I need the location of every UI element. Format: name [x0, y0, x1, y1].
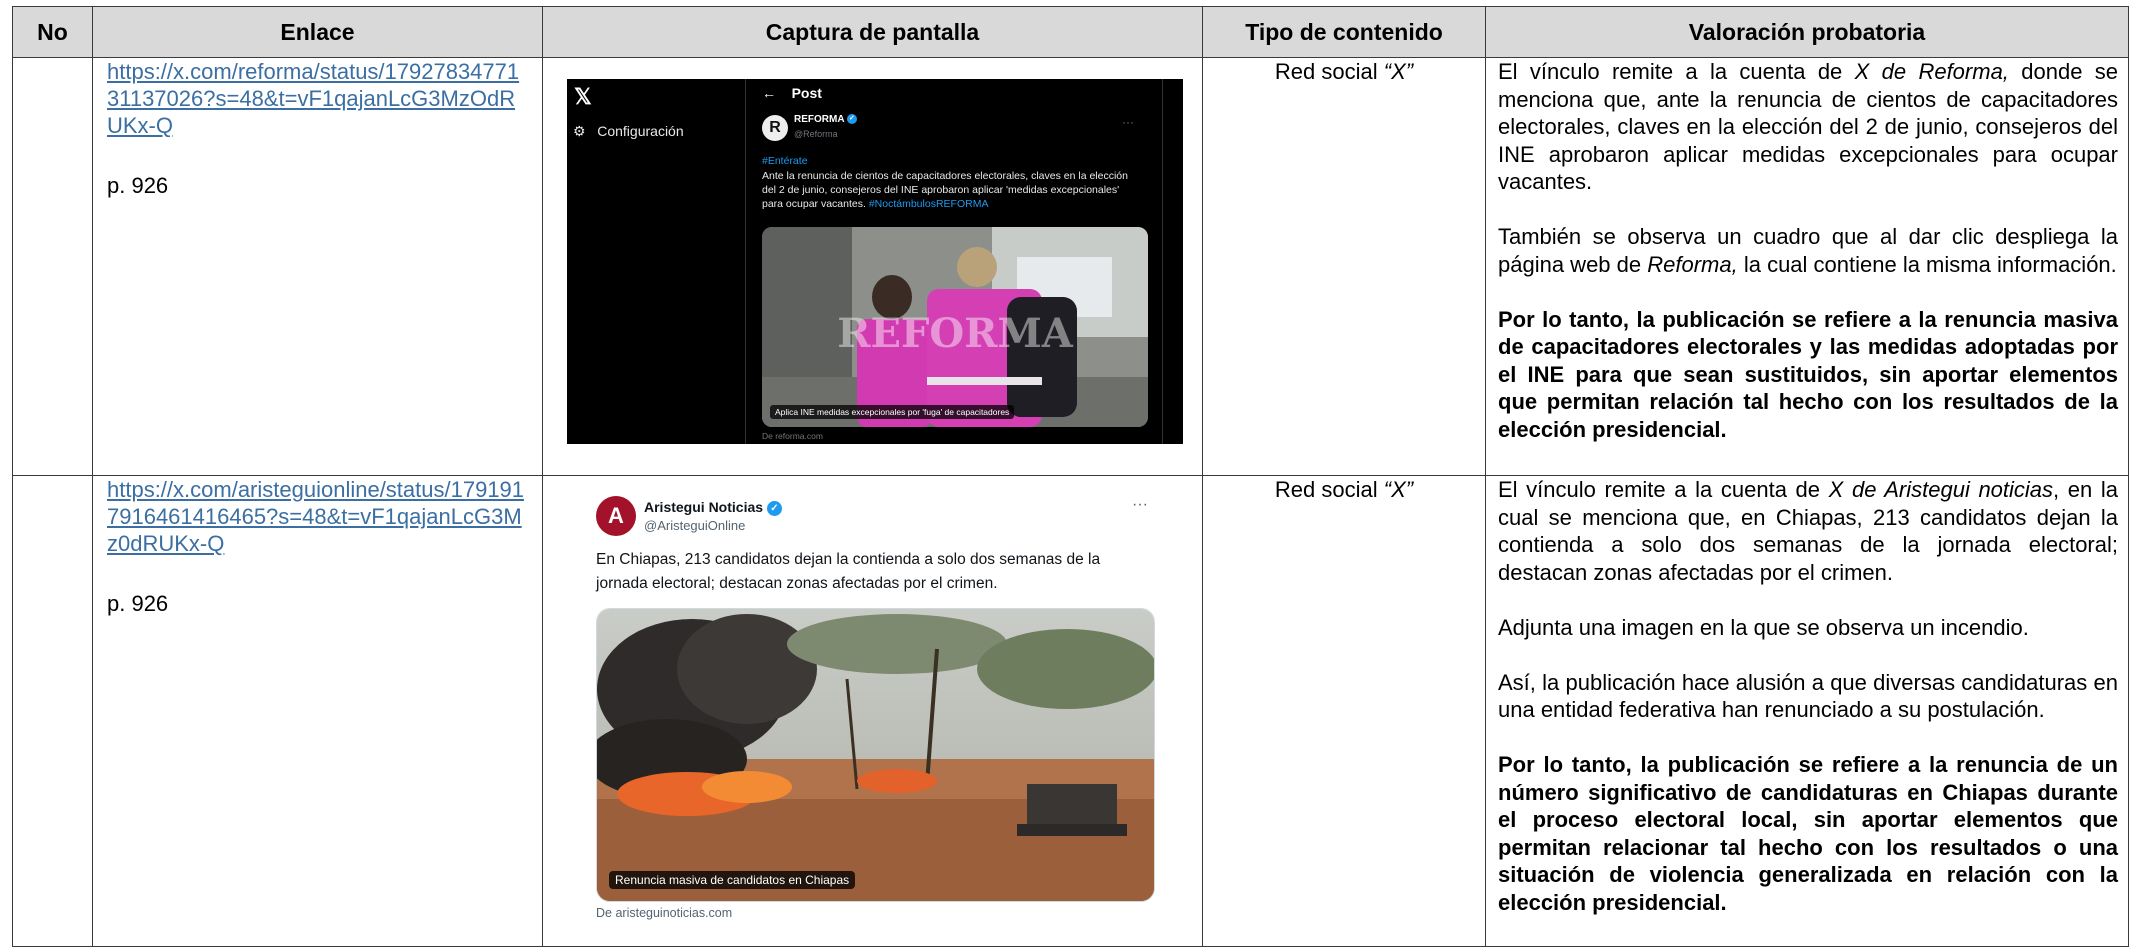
- valuation-cell: El vínculo remite a la cuenta de X de Ar…: [1485, 475, 2129, 947]
- image-caption: Renuncia masiva de candidatos en Chiapas: [609, 871, 856, 889]
- more-options-icon: ···: [1122, 115, 1134, 129]
- account-name: Aristegui Noticias ✓: [644, 499, 782, 516]
- link-source: De aristeguinoticias.com: [596, 906, 733, 920]
- row-number: [12, 57, 93, 476]
- post-text: En Chiapas, 213 candidatos dejan la cont…: [596, 551, 1101, 592]
- gear-icon: ⚙: [573, 123, 586, 139]
- post-header-label: Post: [791, 85, 822, 101]
- header-tipo: Tipo de contenido: [1202, 6, 1486, 58]
- back-arrow-icon: ←: [762, 85, 776, 101]
- link-source: De reforma.com: [762, 431, 823, 441]
- settings-item: ⚙ Configuración: [573, 123, 684, 140]
- reforma-post-screenshot: 𝕏 ⚙ Configuración ← Post R REFORMA ✓ @Re…: [567, 79, 1183, 444]
- header-row: No Enlace Captura de pantalla Tipo de co…: [12, 6, 2129, 58]
- evidence-link[interactable]: https://x.com/aristeguionline/status/179…: [107, 477, 524, 556]
- valuation-emphasis: X de Reforma,: [1854, 59, 2009, 84]
- header-enlace: Enlace: [92, 6, 543, 58]
- content-type-cell: Red social “X”: [1202, 475, 1486, 947]
- content-type-cell: Red social “X”: [1202, 57, 1486, 476]
- valuation-conclusion: Por lo tanto, la publicación se refiere …: [1498, 752, 2118, 915]
- reforma-avatar: R: [762, 115, 788, 141]
- account-handle: @Reforma: [794, 129, 838, 139]
- header-captura: Captura de pantalla: [542, 6, 1203, 58]
- reforma-watermark: REFORMA: [837, 310, 1073, 357]
- post-panel: ← Post R REFORMA ✓ @Reforma ··· #Entérat…: [752, 79, 1163, 444]
- valuation-emphasis: Reforma,: [1647, 251, 1738, 277]
- page-reference: p. 926: [107, 173, 169, 198]
- screenshot-cell: 𝕏 ⚙ Configuración ← Post R REFORMA ✓ @Re…: [542, 57, 1203, 476]
- workers-photo: REFORMA: [762, 227, 1148, 427]
- fire-photo: [597, 609, 1154, 901]
- valuation-paragraph: Adjunta una imagen en la que se observa …: [1498, 614, 2029, 640]
- post-text: Ante la renuncia de cientos de capacitad…: [762, 169, 1142, 211]
- post-image: REFORMA Aplica INE medidas excepcionales…: [762, 227, 1148, 427]
- content-type-prefix: Red social: [1274, 59, 1384, 84]
- header-valoracion: Valoración probatoria: [1485, 6, 2129, 58]
- evidence-link[interactable]: https://x.com/reforma/status/17927834771…: [107, 59, 519, 138]
- aristegui-avatar: A: [596, 496, 636, 536]
- post-header: ← Post: [762, 85, 822, 101]
- image-caption: Aplica INE medidas excepcionales por 'fu…: [770, 405, 1015, 419]
- evidence-table: No Enlace Captura de pantalla Tipo de co…: [12, 6, 2129, 947]
- valuation-paragraph: El vínculo remite a la cuenta de X de Re…: [1498, 58, 2118, 196]
- post-hashtag: #NoctámbulosREFORMA: [868, 198, 989, 210]
- verified-badge-icon: ✓: [846, 114, 857, 125]
- table-row: https://x.com/aristeguionline/status/179…: [12, 475, 2129, 947]
- account-name-text: Aristegui Noticias: [644, 499, 764, 515]
- content-type-x: “X”: [1383, 477, 1414, 502]
- valuation-text: la cual contiene la misma información.: [1737, 251, 2117, 277]
- verified-badge-icon: ✓: [766, 500, 782, 516]
- valuation-paragraph: Así, la publicación hace alusión a que d…: [1498, 669, 2118, 723]
- content-type-prefix: Red social: [1274, 477, 1384, 502]
- link-cell: https://x.com/aristeguionline/status/179…: [92, 475, 543, 947]
- valuation-text: El vínculo remite a la cuenta de: [1498, 477, 1829, 502]
- valuation-emphasis: X de Aristegui noticias: [1828, 477, 2054, 502]
- table-row: https://x.com/reforma/status/17927834771…: [12, 57, 2129, 476]
- account-name: REFORMA ✓: [794, 114, 857, 125]
- valuation-paragraph: El vínculo remite a la cuenta de X de Ar…: [1498, 476, 2118, 586]
- account-name-text: REFORMA: [794, 114, 845, 125]
- valuation-conclusion: Por lo tanto, la publicación se refiere …: [1498, 306, 2118, 442]
- page-reference: p. 926: [107, 591, 169, 616]
- x-logo-icon: 𝕏: [574, 84, 592, 109]
- screenshot-cell: A Aristegui Noticias ✓ @AristeguiOnline …: [542, 475, 1203, 947]
- more-options-icon: ···: [1132, 496, 1148, 513]
- link-cell: https://x.com/reforma/status/17927834771…: [92, 57, 543, 476]
- valuation-cell: El vínculo remite a la cuenta de X de Re…: [1485, 57, 2129, 476]
- settings-label: Configuración: [597, 123, 684, 139]
- x-sidebar: 𝕏 ⚙ Configuración: [567, 79, 746, 444]
- content-type-x: “X”: [1383, 59, 1414, 84]
- post-image: Renuncia masiva de candidatos en Chiapas: [596, 608, 1155, 902]
- valuation-text: El vínculo remite a la cuenta de: [1498, 59, 1855, 84]
- aristegui-post-screenshot: A Aristegui Noticias ✓ @AristeguiOnline …: [596, 492, 1156, 932]
- entérate-tag: #Entérate: [762, 155, 808, 167]
- account-handle: @AristeguiOnline: [644, 518, 746, 533]
- row-number: [12, 475, 93, 947]
- header-no: No: [12, 6, 93, 58]
- valuation-paragraph: También se observa un cuadro que al dar …: [1498, 223, 2118, 278]
